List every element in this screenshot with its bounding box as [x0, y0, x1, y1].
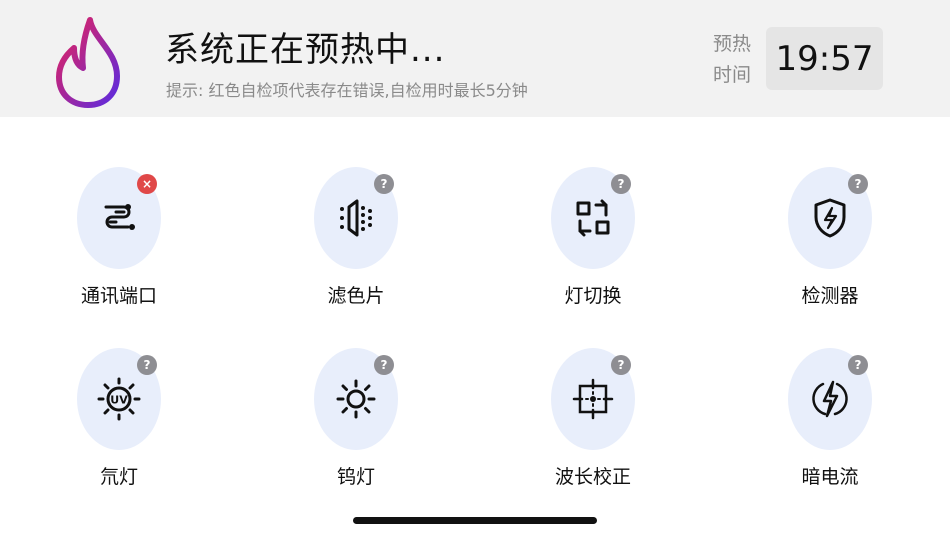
self-check-grid: × 通讯端口 ? 滤色片 ? 灯切换 ? 检测器 UV ? 氘灯 ? 钨灯 ? …: [0, 117, 950, 534]
tile-detector[interactable]: ? 检测器: [760, 117, 900, 307]
question-badge: ?: [611, 174, 631, 194]
tile-tungsten-lamp[interactable]: ? 钨灯: [286, 298, 426, 488]
question-badge: ?: [374, 355, 394, 375]
timer-label: 预热 时间: [712, 29, 752, 91]
filter-icon: [340, 199, 372, 237]
tile-deuterium-lamp[interactable]: UV ? 氘灯: [49, 298, 189, 488]
switch-icon: [576, 199, 610, 237]
target-icon: [572, 378, 614, 420]
sun-icon: [336, 379, 376, 419]
tile-comm-port[interactable]: × 通讯端口: [49, 117, 189, 307]
timer-label-line2: 时间: [712, 64, 751, 86]
question-badge: ?: [848, 174, 868, 194]
question-badge: ?: [137, 355, 157, 375]
tile-dark-current[interactable]: ? 暗电流: [760, 298, 900, 488]
port-icon: [104, 204, 135, 230]
error-badge: ×: [137, 174, 157, 194]
timer-label-line1: 预热: [712, 33, 751, 55]
bolt-circle-icon: [812, 380, 848, 418]
hint-text: 提示: 红色自检项代表存在错误,自检用时最长5分钟: [166, 81, 528, 100]
tile-color-filter[interactable]: ? 滤色片: [286, 117, 426, 307]
flame-logo-icon: [56, 17, 120, 108]
tile-label: 钨灯: [336, 466, 375, 488]
page-title: 系统正在预热中...: [165, 30, 446, 70]
question-badge: ?: [374, 174, 394, 194]
tile-label: 氘灯: [99, 466, 138, 488]
question-badge: ?: [848, 355, 868, 375]
tile-label: 暗电流: [801, 466, 859, 488]
svg-text:UV: UV: [110, 394, 128, 407]
uv-lamp-icon: UV: [97, 377, 141, 421]
header-bar: 系统正在预热中... 提示: 红色自检项代表存在错误,自检用时最长5分钟 预热 …: [0, 0, 950, 117]
tile-label: 波长校正: [554, 466, 631, 488]
shield-bolt-icon: [814, 198, 846, 238]
tile-wavelength-calibration[interactable]: ? 波长校正: [523, 298, 663, 488]
home-indicator[interactable]: [353, 517, 597, 524]
tile-lamp-switch[interactable]: ? 灯切换: [523, 117, 663, 307]
question-badge: ?: [611, 355, 631, 375]
timer-display: 19:57: [766, 27, 883, 90]
